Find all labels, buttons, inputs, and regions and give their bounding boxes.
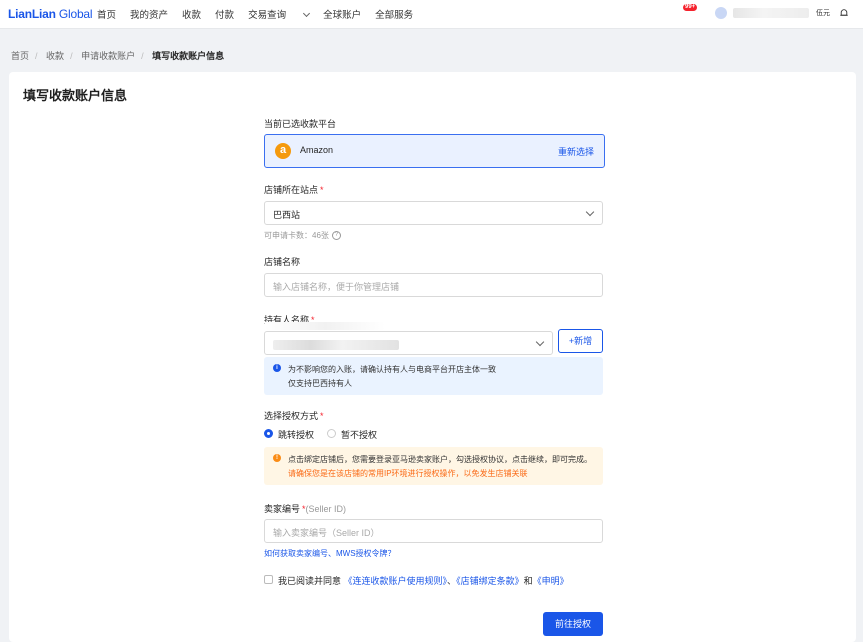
radio-redirect-auth-label[interactable]: 跳转授权 <box>278 428 314 441</box>
auth-notice-line1: 点击绑定店铺后，您需要登录亚马逊卖家账户，勾选授权协议，点击继续，即可完成。 <box>288 455 592 464</box>
chevron-down-icon <box>535 337 545 347</box>
radio-skip-auth[interactable] <box>327 429 336 438</box>
shop-binding-terms-link[interactable]: 《店铺绑定条款》 <box>456 576 524 586</box>
avatar[interactable] <box>715 7 727 19</box>
site-select[interactable]: 巴西站 <box>264 201 603 225</box>
nav-assets[interactable]: 我的资产 <box>130 7 168 21</box>
agree-checkbox[interactable] <box>264 575 273 584</box>
breadcrumb-receive[interactable]: 收款 <box>46 51 64 61</box>
go-authorize-button[interactable]: 前往授权 <box>543 612 603 636</box>
selected-platform-card: a Amazon 重新选择 <box>264 134 605 168</box>
seller-id-placeholder: 输入卖家编号（Seller ID） <box>273 528 380 538</box>
auth-notice-line2: 请确保您是在该店铺的常用IP环境进行授权操作，以免发生店铺关联 <box>288 469 528 478</box>
auth-method-label: 选择授权方式 * <box>264 411 324 421</box>
holder-notice-line2: 仅支持巴西持有人 <box>288 379 352 388</box>
seller-id-input[interactable]: 输入卖家编号（Seller ID） <box>264 519 603 543</box>
top-navbar: LianLian Global 首页 我的资产 收款 付款 交易查询 全球账户 … <box>0 0 863 29</box>
usage-rules-link[interactable]: 《连连收款账户使用规则》 <box>344 576 448 586</box>
page-title: 填写收款账户信息 <box>23 88 128 103</box>
logo[interactable]: LianLian Global <box>8 7 93 21</box>
seller-id-help-link[interactable]: 如何获取卖家编号、MWS授权令牌？ <box>264 548 396 559</box>
nav-all-services[interactable]: 全部服务 <box>375 7 413 21</box>
site-value: 巴西站 <box>273 210 301 220</box>
main-nav: 首页 我的资产 收款 付款 交易查询 全球账户 全部服务 <box>97 7 427 21</box>
radio-skip-auth-label[interactable]: 暂不授权 <box>341 428 377 441</box>
info-icon: i <box>273 364 281 372</box>
holder-select[interactable] <box>264 322 553 355</box>
reselect-link[interactable]: 重新选择 <box>558 145 594 158</box>
holder-info-notice: i 为不影响您的入账，请确认持有人与电商平台开店主体一致 仅支持巴西持有人 <box>264 357 603 395</box>
holder-value-redacted <box>273 340 399 350</box>
shop-name-input[interactable]: 输入店铺名称，便于你管理店铺 <box>264 273 603 297</box>
radio-redirect-auth[interactable] <box>264 429 273 438</box>
platform-label: 当前已选收款平台 <box>264 119 337 129</box>
nav-transactions[interactable]: 交易查询 <box>248 7 311 21</box>
nav-global-account[interactable]: 全球账户 <box>323 7 361 21</box>
nav-receive[interactable]: 收款 <box>182 7 201 21</box>
notification-badge: 99+ <box>683 4 698 11</box>
breadcrumb-apply-account[interactable]: 申请收款账户 <box>81 51 135 61</box>
breadcrumb: 首页 / 收款 / 申请收款账户 / 填写收款账户信息 <box>11 51 225 61</box>
agreement-text: 我已阅读并同意 《连连收款账户使用规则》、《店铺绑定条款》和《申明》 <box>278 576 569 586</box>
amazon-logo: a <box>275 143 291 159</box>
breadcrumb-current: 填写收款账户信息 <box>152 51 225 61</box>
warning-icon: ! <box>273 454 281 462</box>
site-hint: 可申请卡数：46张? <box>264 230 341 241</box>
seller-id-label: 卖家编号 *(Seller ID) <box>264 504 347 514</box>
platform-name: Amazon <box>300 145 334 155</box>
site-label: 店铺所在站点 * <box>264 185 324 195</box>
nav-home[interactable]: 首页 <box>97 7 116 21</box>
auth-warning-notice: ! 点击绑定店铺后，您需要登录亚马逊卖家账户，勾选授权协议，点击继续，即可完成。… <box>264 447 603 485</box>
question-icon[interactable]: ? <box>331 231 341 241</box>
shop-name-placeholder: 输入店铺名称，便于你管理店铺 <box>273 282 400 292</box>
add-holder-button[interactable]: +新增 <box>558 329 603 353</box>
redacted-text <box>265 322 385 330</box>
chevron-down-icon <box>585 207 595 217</box>
language-icon[interactable]: 伍元 <box>815 6 831 20</box>
nav-pay[interactable]: 付款 <box>215 7 234 21</box>
shop-name-label: 店铺名称 <box>264 257 301 267</box>
username-redacted[interactable] <box>733 8 809 18</box>
breadcrumb-home[interactable]: 首页 <box>11 51 29 61</box>
bell-icon[interactable] <box>837 6 851 20</box>
holder-notice-line1: 为不影响您的入账，请确认持有人与电商平台开店主体一致 <box>288 365 496 374</box>
statement-link[interactable]: 《申明》 <box>533 576 569 586</box>
chevron-down-icon <box>303 9 311 18</box>
form-card: 填写收款账户信息 当前已选收款平台 a Amazon 重新选择 店铺所在站点 * … <box>9 72 856 642</box>
